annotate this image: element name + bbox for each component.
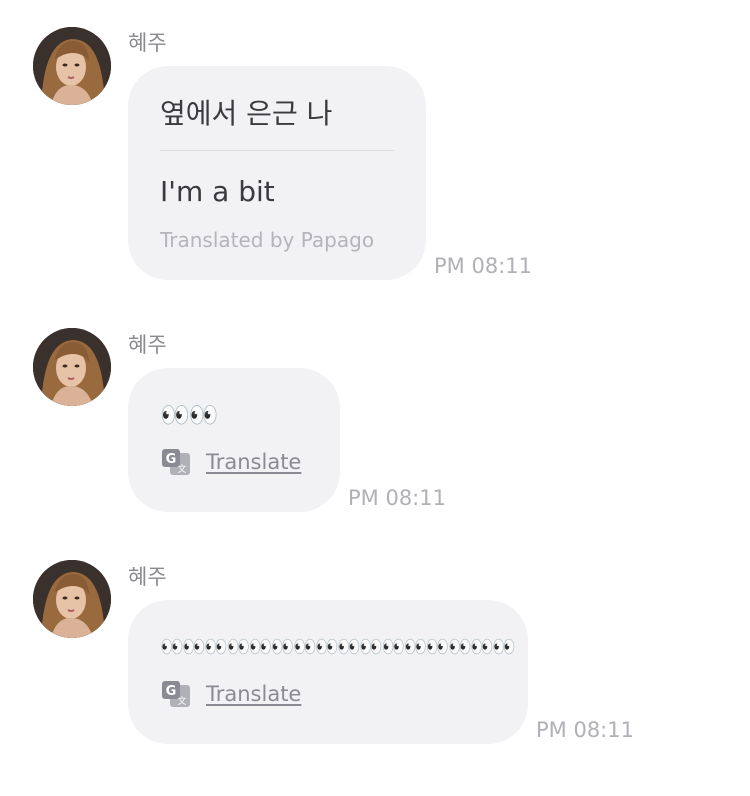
avatar[interactable] [33,560,111,638]
avatar[interactable] [33,328,111,406]
translate-link[interactable]: Translate [206,682,301,706]
avatar-photo [33,27,111,105]
message-time: PM 08:11 [434,254,532,278]
sender-name: 혜주 [128,565,167,589]
svg-text:文: 文 [177,695,186,707]
svg-text:文: 文 [177,463,186,475]
svg-text:G: G [166,684,177,699]
avatar-photo [33,328,111,406]
translate-row: G 文 Translate [160,447,308,477]
translation-divider [160,150,394,151]
message-bubble[interactable]: 👀👀👀👀👀👀👀👀👀👀👀👀👀👀👀👀 G 文 Translate [128,600,528,744]
avatar[interactable] [33,27,111,105]
message-bubble[interactable]: 옆에서 은근 나 I'm a bit Translated by Papago [128,66,426,280]
message-bubble[interactable]: 👀👀 G 文 Translate [128,368,340,512]
translate-link[interactable]: Translate [206,450,301,474]
message-text: 👀👀 [160,401,219,429]
translate-icon[interactable]: G 文 [160,447,192,477]
message-text: 👀👀👀👀👀👀👀👀👀👀👀👀👀👀👀👀 [160,636,516,658]
translated-text: I'm a bit [160,175,275,208]
translate-icon[interactable]: G 文 [160,679,192,709]
sender-name: 혜주 [128,31,167,55]
message-time: PM 08:11 [348,486,446,510]
avatar-photo [33,560,111,638]
message-time: PM 08:11 [536,718,634,742]
translated-by-label: Translated by Papago [160,228,375,252]
sender-name: 혜주 [128,333,167,357]
translate-row: G 文 Translate [160,679,496,709]
original-text: 옆에서 은근 나 [160,97,333,130]
svg-text:G: G [166,452,177,467]
